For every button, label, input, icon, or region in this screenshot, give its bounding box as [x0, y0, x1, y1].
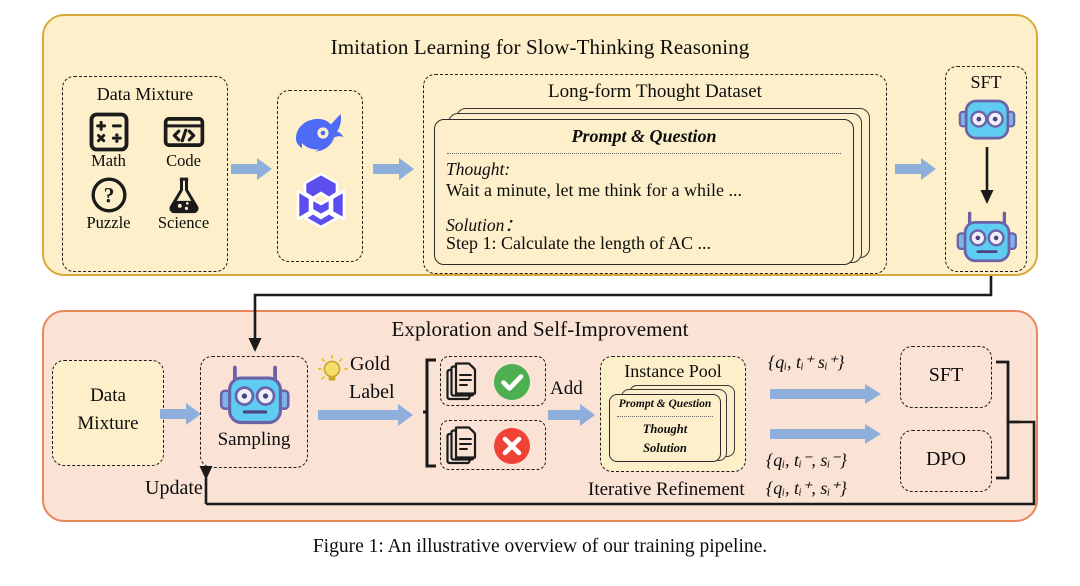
thought-card-deck: Prompt & Question Thought: Wait a minute… — [434, 108, 878, 265]
data-item-science: Science — [148, 175, 219, 231]
data-item-puzzle: ? Puzzle — [73, 175, 144, 231]
data-item-label: Math — [91, 151, 126, 170]
bottom-panel-title: Exploration and Self-Improvement — [391, 317, 689, 341]
check-circle-icon — [494, 364, 530, 400]
instance-pool-box: Instance Pool Prompt & Question Thought … — [600, 356, 746, 472]
deepseek-whale-logo — [295, 114, 344, 152]
arrow-pool-to-sft — [770, 384, 881, 404]
tuple-dpo-negative: {qᵢ, tᵢ⁻, sᵢ⁻} — [766, 450, 847, 470]
data-mixture-line2: Mixture — [77, 413, 139, 434]
outcome-incorrect-box — [440, 420, 546, 470]
pool-card-divider — [617, 416, 713, 417]
objective-dpo-box: DPO — [900, 430, 992, 492]
card-header: Prompt & Question — [571, 126, 717, 146]
instance-card-deck: Prompt & Question Thought Solution — [609, 385, 739, 467]
data-item-code: Code — [148, 111, 219, 169]
cross-circle-icon — [494, 428, 530, 464]
figure-caption: Figure 1: An illustrative overview of ou… — [312, 536, 768, 557]
card-divider — [447, 153, 841, 154]
lightbulb-icon — [318, 355, 348, 381]
dataset-title: Long-form Thought Dataset — [548, 81, 762, 102]
robot-base-icon — [958, 99, 1016, 140]
gold-label-line2: Label — [349, 381, 395, 403]
top-panel-title: Imitation Learning for Slow-Thinking Rea… — [330, 35, 750, 59]
data-item-label: Science — [157, 213, 210, 232]
tuple-sft-positive: {qᵢ, tᵢ⁺ sᵢ⁺} — [768, 352, 845, 372]
data-mixture-box-bottom: Data Mixture — [52, 360, 164, 466]
arrow-dataset-to-sft — [895, 158, 936, 180]
objective-sft-label: SFT — [928, 364, 964, 386]
sampling-box: Sampling — [200, 356, 308, 468]
arrow-add-to-pool — [548, 404, 595, 426]
long-form-thought-dataset-box: Long-form Thought Dataset Prompt & Quest… — [423, 74, 887, 274]
arrow-data-to-models — [231, 158, 272, 180]
data-mixture-box-top: Data Mixture Math Code ? Puzzle Science — [62, 76, 228, 272]
data-item-math: Math — [73, 111, 144, 169]
outcome-correct-box — [440, 356, 546, 406]
figure-canvas: Imitation Learning for Slow-Thinking Rea… — [0, 0, 1080, 586]
iterative-refinement-label: Iterative Refinement — [588, 479, 745, 500]
math-icon — [89, 112, 128, 152]
arrow-models-to-dataset — [373, 158, 414, 180]
pool-card-line-1: Prompt & Question — [618, 398, 712, 410]
code-icon — [163, 117, 204, 147]
arrow-mixture-to-sampling — [160, 403, 201, 425]
arrow-sft-update — [980, 147, 994, 204]
objective-sft-box: SFT — [900, 346, 992, 408]
tuple-dpo-positive: {qᵢ, tᵢ⁺, sᵢ⁺} — [766, 478, 847, 498]
svg-text:?: ? — [103, 184, 114, 208]
gold-label-line1: Gold — [350, 353, 390, 375]
outcome-brace — [423, 358, 436, 468]
data-item-label: Puzzle — [86, 213, 131, 232]
add-label: Add — [550, 378, 583, 399]
qwq-logo — [296, 172, 346, 229]
robot-tuned-icon — [956, 211, 1017, 263]
arrow-sampling-to-outcomes — [318, 404, 413, 426]
data-mixture-line1: Data — [90, 385, 126, 406]
pool-card-line-3: Solution — [643, 441, 687, 455]
thought-card: Prompt & Question Thought: Wait a minute… — [434, 119, 854, 265]
documents-check-icon — [446, 362, 477, 401]
pool-card-line-2: Thought — [642, 422, 688, 436]
sampling-label: Sampling — [217, 429, 291, 450]
thought-text: Wait a minute, let me think for a while … — [446, 180, 742, 200]
documents-cross-icon — [446, 426, 477, 465]
objective-dpo-label: DPO — [925, 448, 966, 470]
instance-pool-title: Instance Pool — [624, 361, 722, 381]
puzzle-icon: ? — [91, 177, 126, 213]
arrow-pool-to-dpo — [770, 424, 881, 444]
data-item-label: Code — [166, 151, 201, 170]
science-icon — [169, 177, 198, 214]
sft-label: SFT — [970, 72, 1002, 92]
pool-card: Prompt & Question Thought Solution — [609, 394, 721, 462]
data-mixture-label: Data Mixture — [96, 84, 194, 104]
solution-text: Step 1: Calculate the length of AC ... — [446, 233, 711, 253]
sft-box-top: SFT — [945, 66, 1027, 272]
robot-tuned-icon — [219, 365, 290, 425]
thought-label: Thought: — [446, 159, 511, 179]
teacher-models-box — [277, 90, 363, 262]
update-label: Update — [145, 477, 203, 499]
